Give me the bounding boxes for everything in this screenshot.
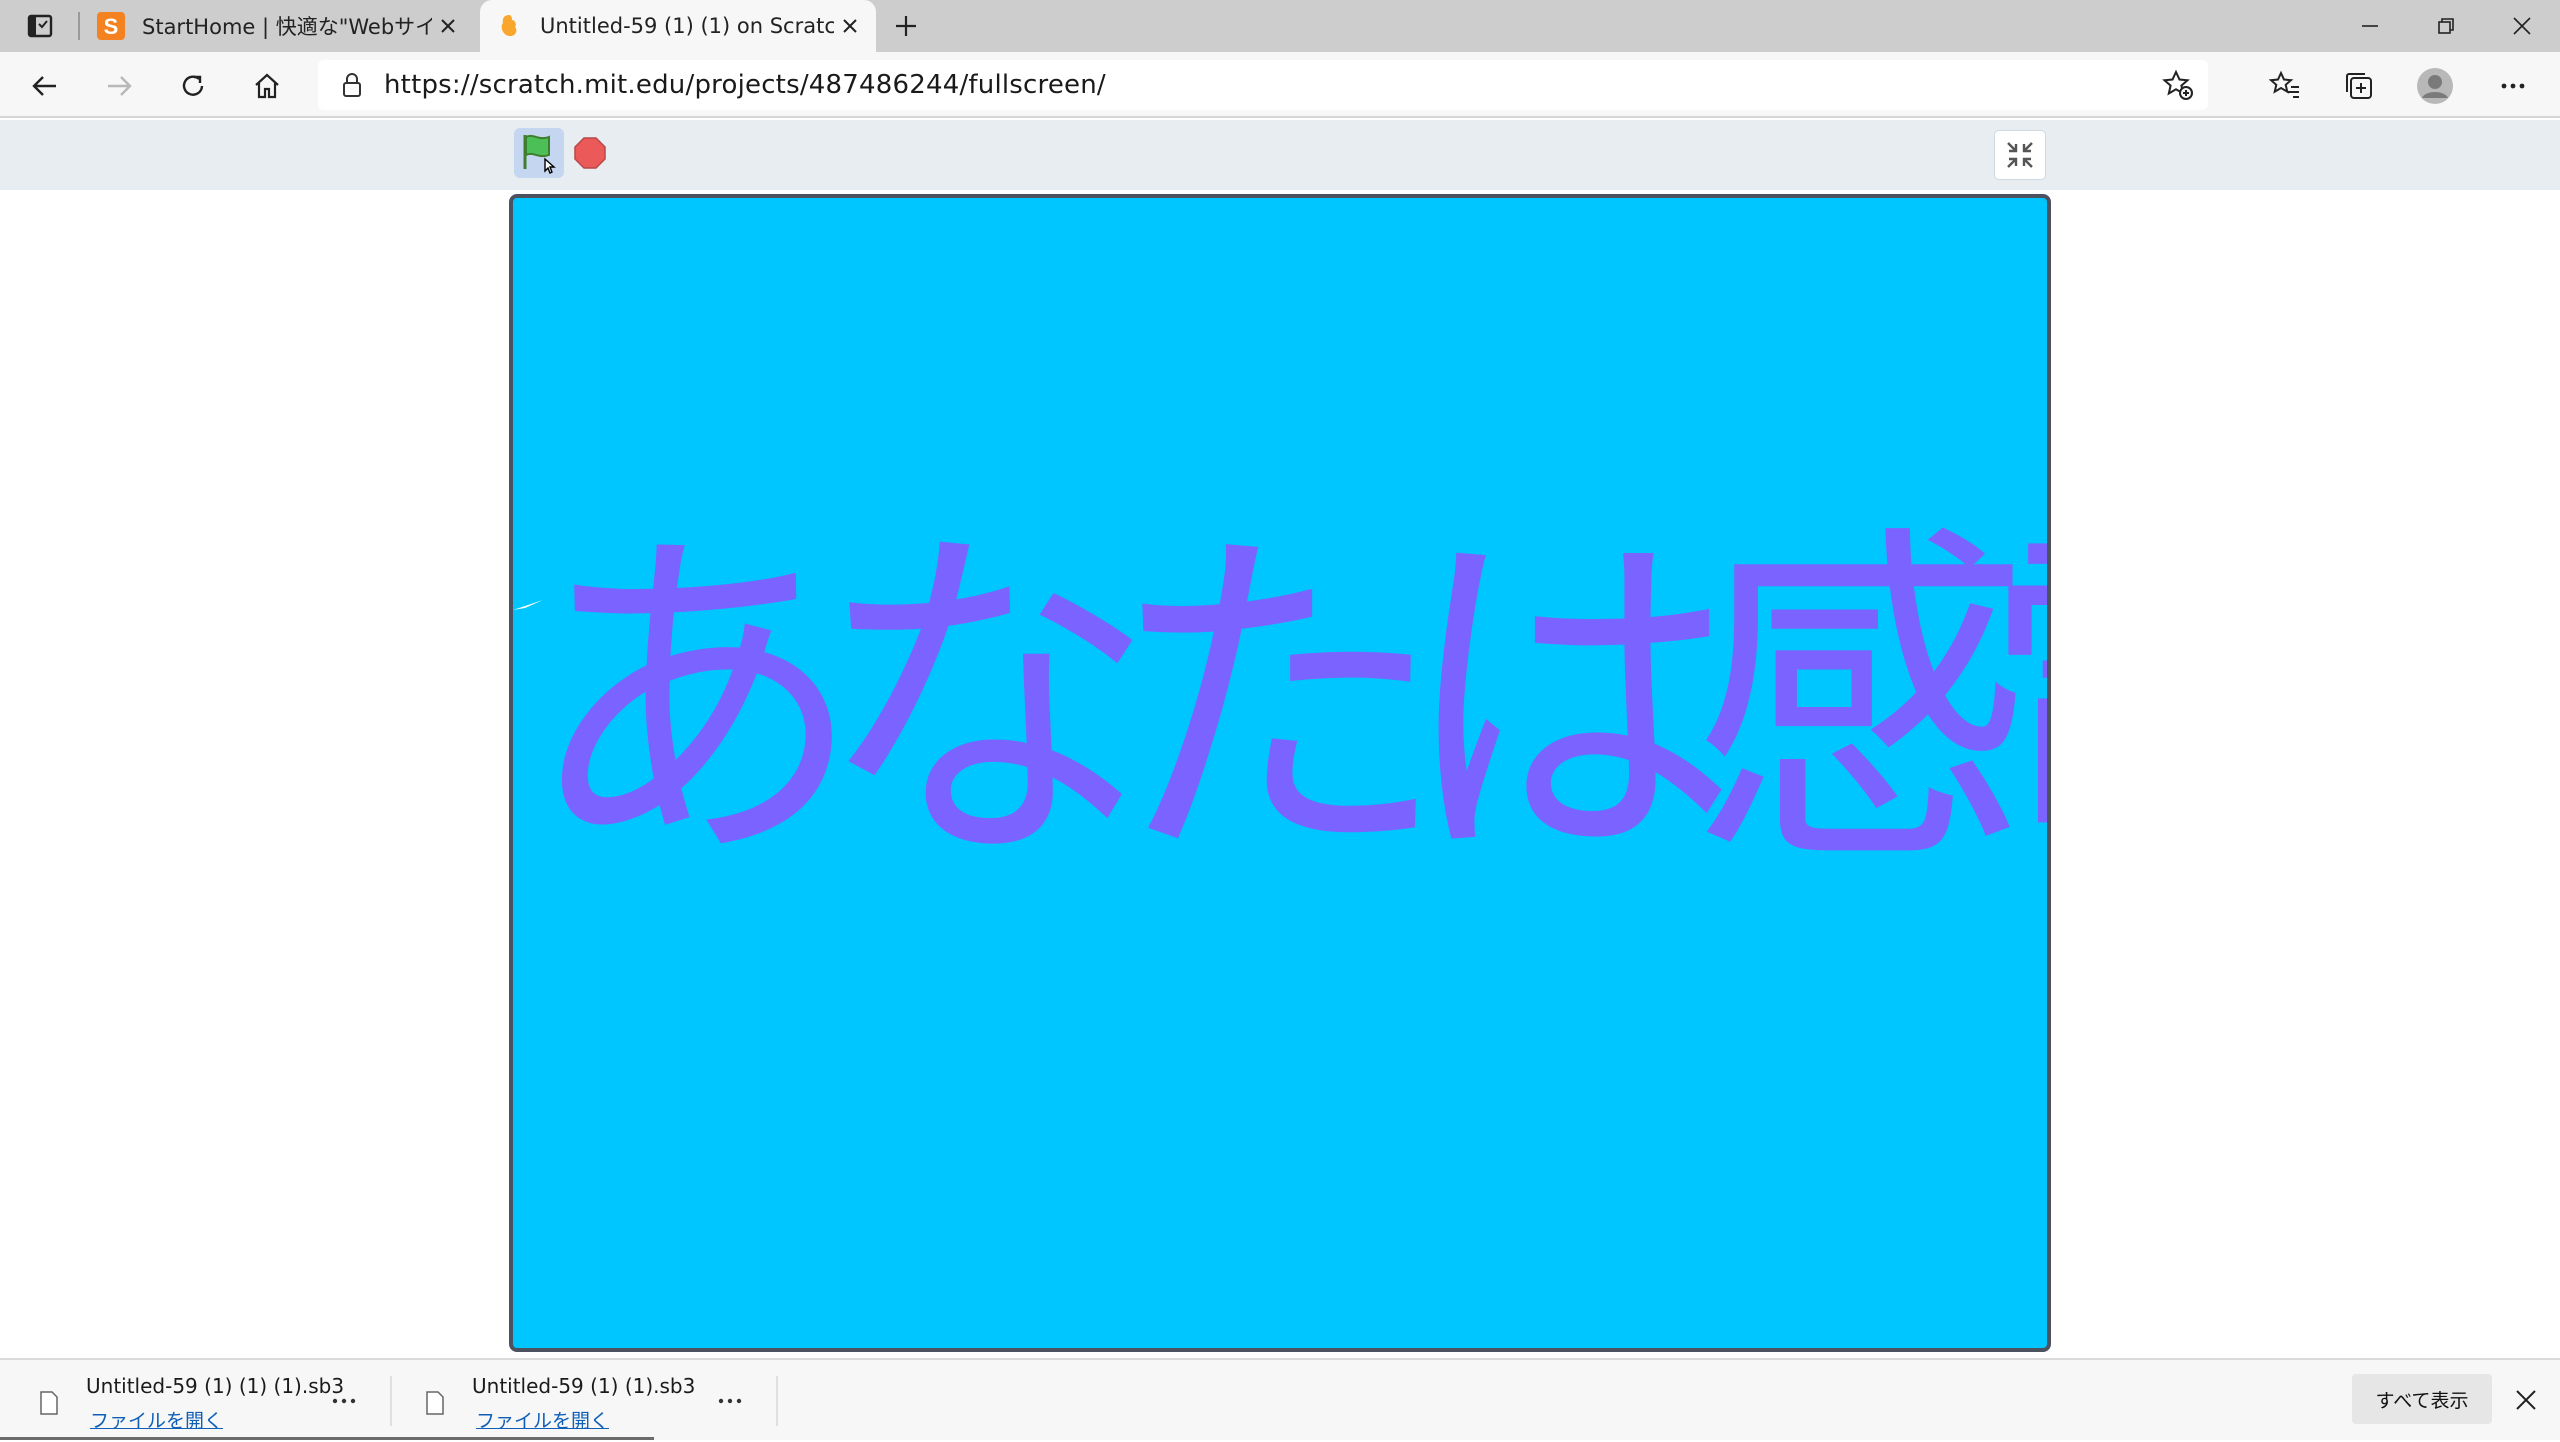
scratch-stage[interactable]: あなたは感電した	[509, 194, 2051, 1352]
address-bar[interactable]: https://scratch.mit.edu/projects/4874862…	[318, 60, 2208, 110]
tab-starthome[interactable]: S StartHome | 快適な"Webサイトの入	[82, 0, 474, 52]
downloads-bar: Untitled-59 (1) (1) (1).sb3 ファイルを開く Unti…	[0, 1358, 2560, 1440]
tab-separator	[78, 12, 80, 40]
add-favorite-icon[interactable]	[2158, 65, 2198, 105]
tab-title: Untitled-59 (1) (1) on Scratch	[540, 14, 834, 38]
download-item[interactable]: Untitled-59 (1) (1) (1).sb3 ファイルを開く	[0, 1360, 380, 1442]
back-icon[interactable]	[24, 65, 66, 107]
url-text: https://scratch.mit.edu/projects/4874862…	[384, 70, 1106, 100]
tab-actions-icon[interactable]	[22, 10, 58, 42]
file-icon	[34, 1386, 64, 1420]
tab-strip: S StartHome | 快適な"Webサイトの入 Untitled-59 (…	[0, 0, 2560, 52]
more-options-icon[interactable]	[710, 1384, 750, 1418]
new-tab-icon[interactable]	[888, 10, 924, 42]
exit-fullscreen-icon[interactable]	[1994, 130, 2046, 180]
download-separator	[776, 1376, 778, 1426]
close-icon[interactable]	[432, 10, 464, 42]
scratch-icon	[494, 11, 524, 41]
green-flag-button[interactable]	[514, 128, 564, 178]
close-icon[interactable]	[2506, 1380, 2546, 1420]
collections-icon[interactable]	[2338, 65, 2380, 107]
tab-scratch[interactable]: Untitled-59 (1) (1) on Scratch	[480, 0, 876, 52]
lock-icon[interactable]	[332, 65, 372, 105]
restore-icon[interactable]	[2408, 0, 2484, 52]
favorites-icon[interactable]	[2264, 65, 2306, 107]
forward-icon	[98, 65, 140, 107]
stop-button[interactable]	[570, 133, 610, 173]
settings-more-icon[interactable]	[2492, 65, 2534, 107]
more-options-icon[interactable]	[324, 1384, 364, 1418]
svg-text:S: S	[104, 14, 119, 39]
minimize-icon[interactable]	[2332, 0, 2408, 52]
open-file-link[interactable]: ファイルを開く	[476, 1406, 695, 1433]
browser-toolbar: https://scratch.mit.edu/projects/4874862…	[0, 52, 2560, 118]
download-filename: Untitled-59 (1) (1).sb3	[472, 1374, 696, 1398]
refresh-icon[interactable]	[172, 65, 214, 107]
starthome-s-icon: S	[96, 11, 126, 41]
stage-controls-bar	[0, 120, 2560, 190]
open-file-link[interactable]: ファイルを開く	[90, 1406, 344, 1433]
home-icon[interactable]	[246, 65, 288, 107]
stage-message: あなたは感電した	[525, 497, 2047, 910]
file-icon	[420, 1386, 450, 1420]
profile-avatar[interactable]	[2414, 65, 2456, 107]
window-close-icon[interactable]	[2484, 0, 2560, 52]
close-icon[interactable]	[834, 10, 866, 42]
show-all-button[interactable]: すべて表示	[2352, 1374, 2492, 1424]
tab-title: StartHome | 快適な"Webサイトの入	[142, 15, 432, 39]
download-item[interactable]: Untitled-59 (1) (1).sb3 ファイルを開く	[386, 1360, 766, 1442]
download-filename: Untitled-59 (1) (1) (1).sb3	[86, 1374, 345, 1398]
